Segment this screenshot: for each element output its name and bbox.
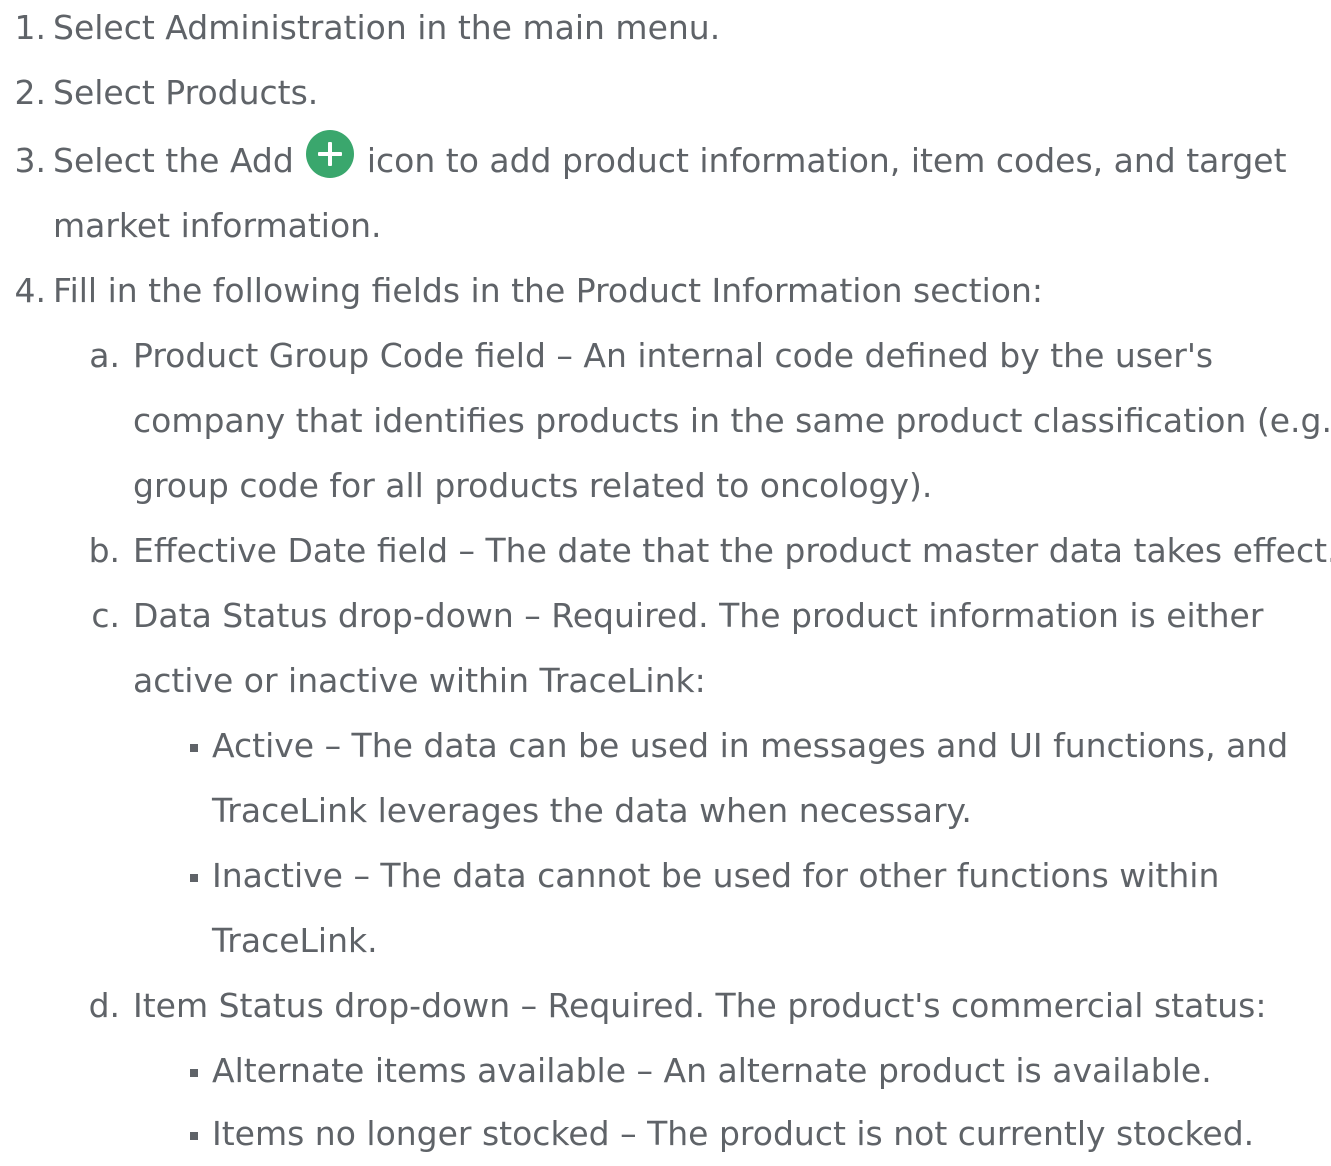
field-letter: b. (88, 531, 120, 570)
bullet-square-icon (190, 744, 198, 752)
field-letter: a. (89, 336, 120, 375)
field-letter: d. (88, 986, 120, 1025)
field-letter: c. (91, 596, 120, 635)
field-text: active or inactive within TraceLink: (133, 661, 706, 700)
step-text: market information. (53, 206, 382, 245)
add-circle-icon (306, 129, 355, 178)
field-text: group code for all products related to o… (133, 466, 933, 505)
option-text: Active – The data can be used in message… (212, 726, 1289, 765)
field-text: Item Status drop-down – Required. The pr… (133, 986, 1267, 1025)
field-text: Effective Date field – The date that the… (133, 531, 1331, 570)
step-text: Select Administration in the main menu. (53, 8, 721, 47)
step-number: 2. (14, 73, 47, 112)
step-number: 4. (14, 271, 47, 310)
step-text: Select the Add icon to add product infor… (53, 128, 1287, 193)
step-text-after-icon: icon to add product information, item co… (366, 141, 1287, 180)
bullet-square-icon (190, 874, 198, 882)
option-text: Items no longer stocked – The product is… (212, 1114, 1255, 1153)
option-text: TraceLink leverages the data when necess… (212, 791, 972, 830)
field-text: Data Status drop-down – Required. The pr… (133, 596, 1264, 635)
option-text: Inactive – The data cannot be used for o… (212, 856, 1220, 895)
step-text: Select Products. (53, 73, 319, 112)
field-text: Product Group Code field – An internal c… (133, 336, 1214, 375)
step-number: 1. (14, 8, 47, 47)
step-text: Fill in the following fields in the Prod… (53, 271, 1044, 310)
step-text-before-icon: Select the Add (53, 141, 294, 180)
bullet-square-icon (190, 1132, 198, 1140)
option-text: TraceLink. (212, 921, 378, 960)
field-text: company that identifies products in the … (133, 401, 1331, 440)
step-number: 3. (14, 141, 47, 180)
bullet-square-icon (190, 1069, 198, 1077)
option-text: Alternate items available – An alternate… (212, 1051, 1212, 1090)
